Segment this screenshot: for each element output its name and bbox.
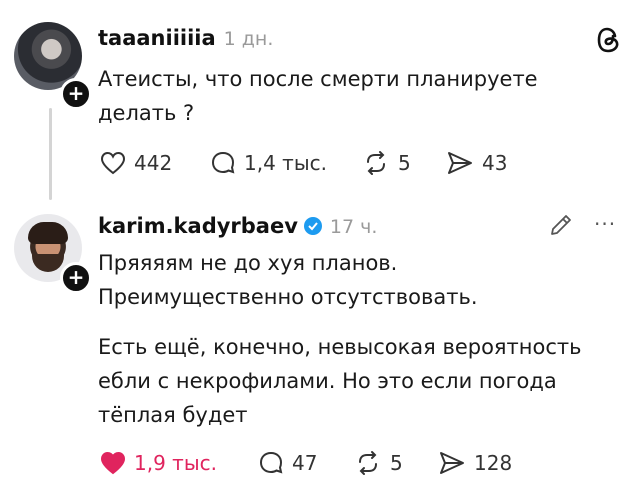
follow-plus-icon[interactable]: +: [60, 262, 92, 294]
post-text-line: Пряяяям не до хуя планов.: [98, 251, 398, 275]
like-button[interactable]: 1,9 тыс.: [100, 451, 258, 475]
repost-count: 5: [390, 451, 403, 475]
speech-bubble-icon: [211, 151, 235, 174]
username[interactable]: taaaniiiiia: [98, 26, 216, 50]
speech-bubble-icon: [259, 451, 283, 474]
post-actions: 1,9 тыс. 47 5 128: [100, 450, 512, 476]
heart-icon: [100, 151, 126, 175]
repost-button[interactable]: 5: [354, 450, 438, 476]
repost-button[interactable]: 5: [362, 150, 446, 176]
repost-count: 5: [398, 151, 411, 175]
threads-logo-icon: [596, 26, 622, 58]
comment-count: 1,4 тыс.: [244, 151, 327, 175]
repost-icon: [367, 151, 385, 175]
comment-button[interactable]: 47: [258, 450, 354, 476]
send-icon: [448, 152, 472, 174]
heart-icon: [100, 451, 126, 475]
share-count: 43: [482, 151, 508, 175]
send-icon: [440, 452, 464, 474]
more-icon[interactable]: ···: [594, 212, 616, 236]
share-button[interactable]: 128: [438, 450, 512, 476]
thread-post-reply: + karim.kadyrbaev 17 ч. ··· Пряяяям не д…: [0, 200, 640, 502]
like-count: 442: [134, 151, 173, 175]
post-time: 17 ч.: [329, 216, 378, 238]
post-text-line: делать ?: [98, 101, 195, 125]
avatar-hair: [28, 222, 68, 244]
post-text: Атеисты, что после смерти планируете дел…: [98, 62, 618, 130]
comment-count: 47: [292, 451, 318, 475]
username[interactable]: karim.kadyrbaev: [98, 214, 298, 238]
like-count: 1,9 тыс.: [134, 451, 217, 475]
post-header: karim.kadyrbaev 17 ч.: [98, 214, 377, 238]
post-text-line: Атеисты, что после смерти планируете: [98, 67, 538, 91]
post-text-line: Преимущественно отсутствовать.: [98, 285, 478, 309]
post-actions: 442 1,4 тыс. 5 43: [100, 150, 507, 176]
thread-connector-line: [49, 108, 52, 200]
post-text-line: Есть ещё, конечно, невысокая вероятность: [98, 335, 582, 359]
verified-badge-icon: [303, 217, 322, 235]
post-header: taaaniiiiia 1 дн.: [98, 26, 273, 50]
post-time: 1 дн.: [223, 28, 274, 50]
share-button[interactable]: 43: [446, 150, 507, 176]
repost-icon: [359, 451, 377, 475]
post-text-line: ебли с некрофилами. Но это если погода: [98, 369, 557, 393]
follow-plus-icon[interactable]: +: [60, 78, 92, 110]
pencil-icon[interactable]: [548, 212, 574, 242]
post-text: Пряяяям не до хуя планов. Преимущественн…: [98, 246, 618, 314]
thread-post-question: + taaaniiiiia 1 дн. Атеисты, что после с…: [0, 0, 640, 200]
post-text-line: тёплая будет: [98, 403, 248, 427]
avatar-beard: [32, 254, 64, 272]
comment-button[interactable]: 1,4 тыс.: [210, 150, 362, 176]
post-text: Есть ещё, конечно, невысокая вероятность…: [98, 330, 618, 432]
like-button[interactable]: 442: [100, 151, 210, 175]
share-count: 128: [474, 451, 513, 475]
